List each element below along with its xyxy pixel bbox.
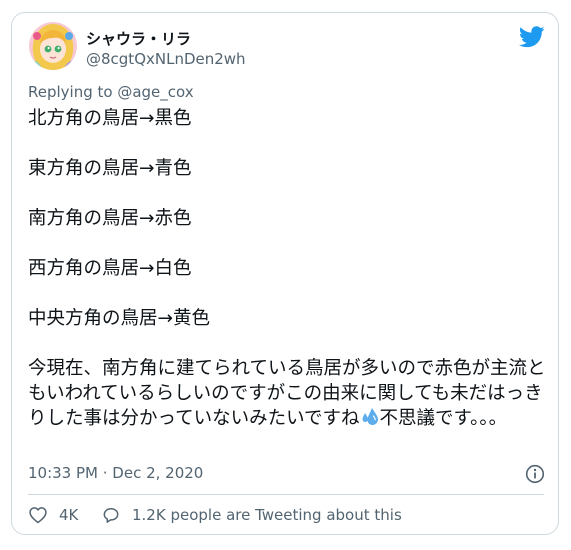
like-count: 4K [59, 506, 79, 524]
twitter-bird-icon[interactable] [518, 26, 545, 48]
sweat-droplets-emoji [360, 407, 380, 434]
tweet-body: 北方角の鳥居→黒色 東方角の鳥居→青色 南方角の鳥居→赤色 西方角の鳥居→白色 … [28, 106, 546, 434]
tweeting-about-link[interactable]: 1.2K people are Tweeting about this [101, 505, 402, 525]
tweet-timestamp[interactable]: 10:33 PM · Dec 2, 2020 [28, 464, 203, 482]
tweet-line: 北方角の鳥居→黒色 [28, 108, 192, 129]
heart-icon [29, 507, 47, 524]
tweeting-about-text: 1.2K people are Tweeting about this [132, 506, 402, 524]
tweet-line: 西方角の鳥居→白色 [28, 258, 192, 279]
author-handle[interactable]: @8cgtQxNLnDen2wh [86, 50, 246, 68]
speech-bubble-icon [103, 508, 119, 523]
tweet-line: 南方角の鳥居→赤色 [28, 208, 192, 229]
avatar[interactable] [29, 22, 77, 70]
tweet-line: 東方角の鳥居→青色 [28, 158, 192, 179]
replying-to-link[interactable]: Replying to @age_cox [28, 83, 194, 101]
author-display-name[interactable]: シャウラ・リラ [86, 28, 191, 49]
info-icon[interactable] [525, 464, 545, 484]
tweet-paragraph-text-end: 不思議です。。。 [379, 408, 508, 429]
tweet-line: 中央方角の鳥居→黄色 [28, 308, 211, 329]
divider [28, 494, 544, 495]
avatar-image [29, 22, 77, 70]
like-button[interactable]: 4K [28, 505, 78, 525]
tweet-paragraph: 今現在、南方角に建てられている鳥居が多いので赤色が主流ともいわれているらしいので… [28, 356, 546, 434]
tweet-card: シャウラ・リラ @8cgtQxNLnDen2wh Replying to @ag… [11, 12, 559, 535]
